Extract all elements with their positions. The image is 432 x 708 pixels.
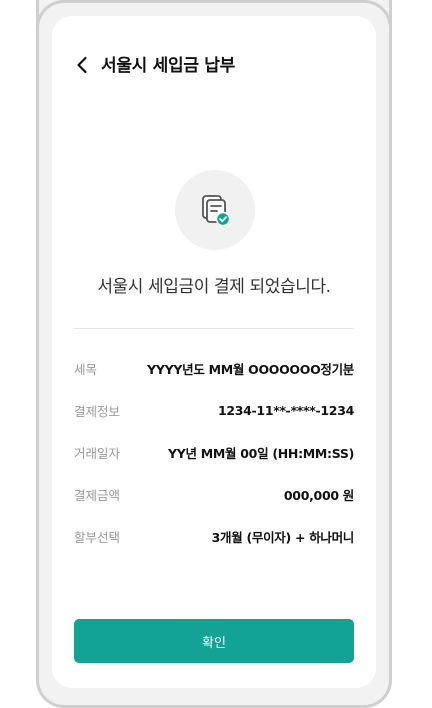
- page-title: 서울시 세입금 납부: [101, 56, 235, 76]
- payment-detail-list: 세목 YYYY년도 MM월 OOOOOOO정기분 결제정보 1234-11**-…: [74, 358, 354, 568]
- chevron-left-icon: [77, 56, 87, 74]
- confirm-button[interactable]: 확인: [74, 619, 354, 663]
- payment-complete-message: 서울시 세입금이 결제 되었습니다.: [97, 277, 331, 297]
- detail-value: YY년 MM월 00일 (HH:MM:SS): [168, 445, 354, 461]
- detail-row-payment-info: 결제정보 1234-11**-****-1234: [74, 400, 354, 420]
- detail-row-payment-amount: 결제금액 000,000 원: [74, 484, 354, 504]
- back-button[interactable]: [70, 52, 94, 78]
- detail-value: YYYY년도 MM월 OOOOOOO정기분: [147, 361, 354, 377]
- detail-label: 세목: [74, 361, 98, 377]
- header: 서울시 세입금 납부: [52, 16, 376, 112]
- app-screen: 서울시 세입금 납부 서울시 세입금이 결제 되었습니다. 세목 YYYY년도 …: [52, 16, 376, 688]
- detail-row-transaction-date: 거래일자 YY년 MM월 00일 (HH:MM:SS): [74, 442, 354, 462]
- divider: [74, 328, 354, 329]
- detail-value: 1234-11**-****-1234: [217, 402, 354, 418]
- detail-label: 할부선택: [74, 529, 121, 545]
- detail-value: 3개월 (무이자) + 하나머니: [211, 529, 355, 545]
- detail-label: 결제정보: [74, 403, 121, 419]
- document-check-icon: [202, 195, 231, 227]
- detail-row-installment: 할부선택 3개월 (무이자) + 하나머니: [74, 526, 354, 546]
- detail-label: 결제금액: [74, 487, 121, 503]
- detail-value: 000,000 원: [283, 487, 354, 503]
- phone-frame: 서울시 세입금 납부 서울시 세입금이 결제 되었습니다. 세목 YYYY년도 …: [36, 0, 392, 708]
- detail-row-tax-item: 세목 YYYY년도 MM월 OOOOOOO정기분: [74, 358, 354, 378]
- detail-label: 거래일자: [74, 445, 121, 461]
- hero-icon-circle: [175, 170, 255, 250]
